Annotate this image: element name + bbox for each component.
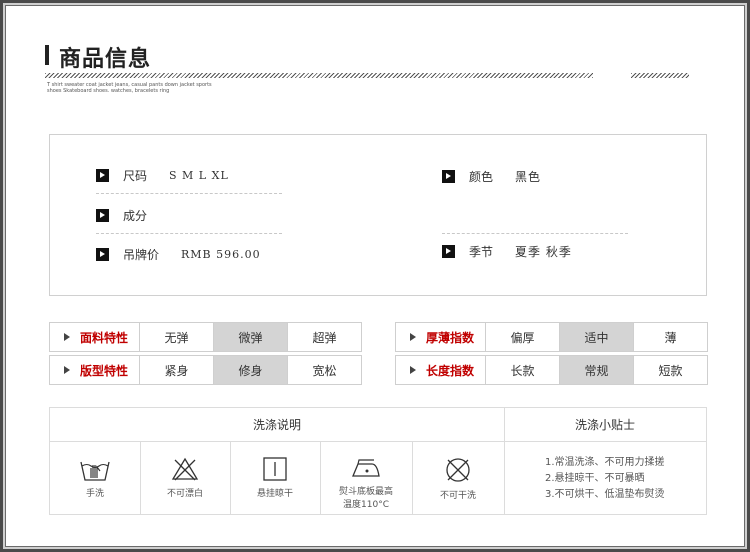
attr-option: 紧身 [140,356,214,384]
hand-wash-icon [80,461,110,481]
attr-fit: 版型特性 紧身 修身 宽松 [49,355,362,385]
iron-low-icon [352,459,380,477]
wash-section: 洗涤说明 洗涤小贴士 手洗 不可漂白 悬挂晾干 熨斗底板最高 温度110°C 不… [49,407,707,515]
triangle-right-icon [64,366,70,374]
attr-option: 无弹 [140,323,214,351]
arrow-bullet-icon [96,169,109,182]
hang-dry-icon [263,457,287,481]
arrow-bullet-icon [96,248,109,261]
wash-label-line-2: 温度110°C [343,500,389,510]
attr-label: 长度指数 [426,363,475,378]
spec-row-material: 成分 [96,207,169,224]
price-label: 吊牌价 [123,248,160,262]
hatch-divider [45,73,593,78]
attr-option-selected: 修身 [214,356,288,384]
title-accent-bar [45,45,49,65]
wash-label: 悬挂晾干 [256,489,293,499]
wash-title: 洗涤说明 [50,408,504,442]
attr-header: 面料特性 [50,323,140,351]
attr-header: 版型特性 [50,356,140,384]
color-value: 黑色 [515,170,542,184]
spec-box: 尺码 S M L XL 成分 吊牌价 RMB 596.00 颜色 黑色 季节 夏… [49,134,707,296]
spec-divider [442,233,628,234]
wash-tip: 1.常温洗涤、不可用力揉搓 [545,457,665,468]
wash-tips-list: 1.常温洗涤、不可用力揉搓 2.悬挂晾干、不可暴晒 3.不可烘干、低温垫布熨烫 [545,455,665,503]
price-value: RMB 596.00 [181,248,261,261]
wash-tip: 3.不可烘干、低温垫布熨烫 [545,489,665,500]
wash-item-hang-dry: 悬挂晾干 [230,442,320,516]
header-subtext: T shirt sweater coat jacket jeans, casua… [47,82,247,94]
wash-item-no-dry-clean: 不可干洗 [412,442,504,516]
triangle-right-icon [410,333,416,341]
triangle-right-icon [64,333,70,341]
wash-label: 不可干洗 [439,491,476,501]
spec-row-color: 颜色 黑色 [442,168,541,185]
arrow-bullet-icon [442,170,455,183]
wash-label: 手洗 [85,489,104,499]
season-value: 夏季 秋季 [515,245,572,259]
attr-option: 长款 [486,356,560,384]
attr-elasticity: 面料特性 无弹 微弹 超弹 [49,322,362,352]
attr-option-selected: 微弹 [214,323,288,351]
wash-item-hand-wash: 手洗 [50,442,140,516]
spec-row-price: 吊牌价 RMB 596.00 [96,246,261,263]
attr-length: 长度指数 长款 常规 短款 [395,355,708,385]
attr-label: 厚薄指数 [426,330,475,345]
color-label: 颜色 [469,170,494,184]
page-title: 商品信息 [59,47,152,72]
no-bleach-icon [171,457,199,481]
size-value: S M L XL [169,169,229,182]
wash-item-iron: 熨斗底板最高 温度110°C [320,442,412,516]
attr-label: 面料特性 [80,330,129,345]
wash-label: 熨斗底板最高 [338,487,393,497]
spec-row-size: 尺码 S M L XL [96,167,229,184]
wash-tips-title: 洗涤小贴士 [504,408,706,442]
hatch-divider-short [631,73,689,78]
material-label: 成分 [123,209,148,223]
wash-item-no-bleach: 不可漂白 [140,442,230,516]
spec-divider [96,193,282,194]
triangle-right-icon [410,366,416,374]
attr-option: 宽松 [312,363,337,378]
spec-row-season: 季节 夏季 秋季 [442,243,572,260]
subtext-line-2: shoes Skateboard shoes. watches, bracele… [47,88,170,94]
attr-option: 超弹 [312,330,337,345]
attr-thickness: 厚薄指数 偏厚 适中 薄 [395,322,708,352]
spec-divider [96,233,282,234]
season-label: 季节 [469,245,494,259]
attr-option: 短款 [658,363,683,378]
attr-option: 薄 [664,330,677,345]
attr-option-selected: 适中 [560,323,634,351]
wash-label: 不可漂白 [166,489,203,499]
attr-option: 偏厚 [486,323,560,351]
attr-header: 厚薄指数 [396,323,486,351]
size-label: 尺码 [123,169,148,183]
no-dry-clean-icon [446,458,470,482]
wash-divider [504,408,505,514]
attr-option-selected: 常规 [560,356,634,384]
product-info-panel: 商品信息 T shirt sweater coat jacket jeans, … [0,0,750,552]
attr-header: 长度指数 [396,356,486,384]
attr-label: 版型特性 [80,363,129,378]
arrow-bullet-icon [442,245,455,258]
wash-tip: 2.悬挂晾干、不可暴晒 [545,473,645,484]
arrow-bullet-icon [96,209,109,222]
